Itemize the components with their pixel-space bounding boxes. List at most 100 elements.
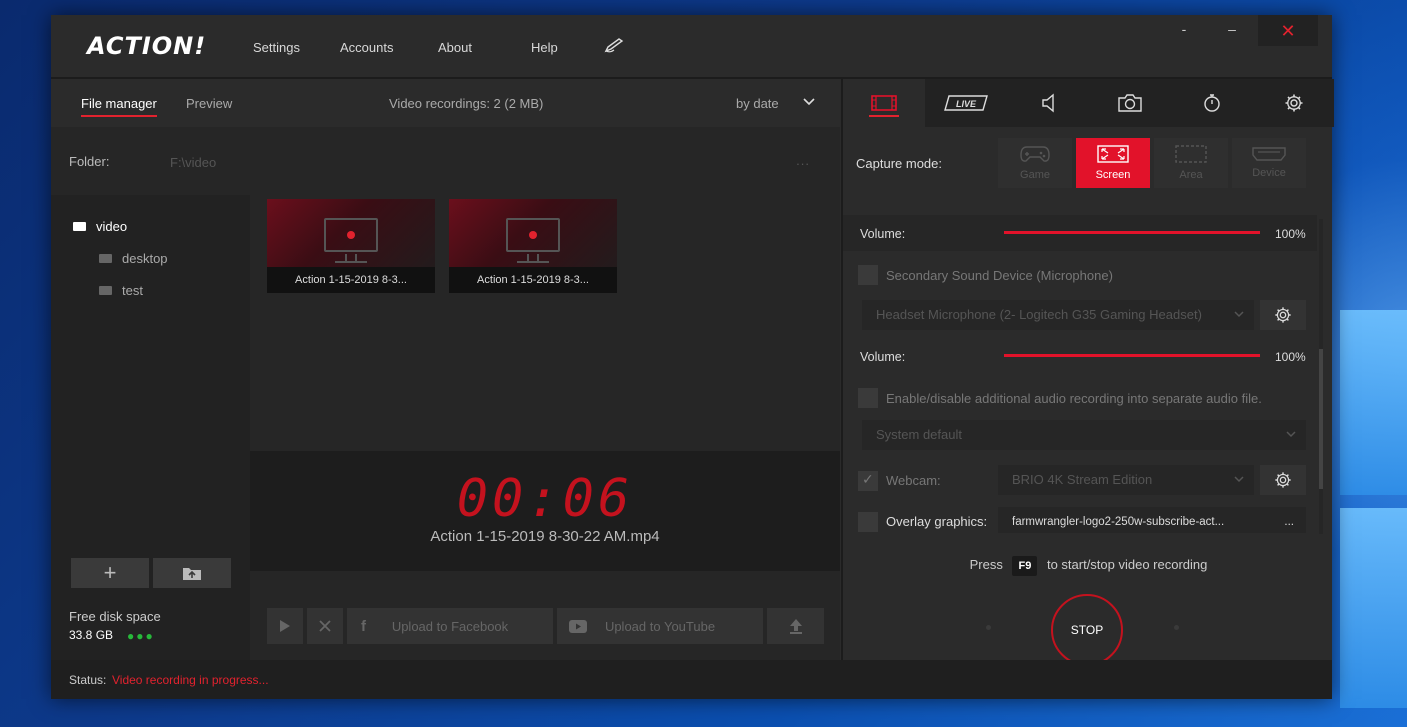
video-thumbnail[interactable]: Action 1-15-2019 8-3...	[267, 199, 435, 293]
upload-button[interactable]	[767, 608, 824, 644]
mode-label: Game	[1020, 169, 1050, 181]
overlay-file: farmwrangler-logo2-250w-subscribe-act...	[1012, 516, 1225, 528]
status-bar: Status: Video recording in progress...	[51, 660, 1332, 699]
mode-area[interactable]: Area	[1154, 138, 1228, 188]
webcam-settings-button[interactable]	[1260, 465, 1306, 495]
file-grid: Action 1-15-2019 8-3... Action 1-15-2019…	[250, 195, 840, 451]
mode-label: Device	[1252, 167, 1286, 179]
thumbnail-caption: Action 1-15-2019 8-3...	[267, 267, 435, 293]
menu-accounts[interactable]: Accounts	[340, 40, 393, 55]
recording-timer-area: 00:06 Action 1-15-2019 8-30-22 AM.mp4	[250, 451, 840, 571]
area-select-icon	[1175, 145, 1207, 163]
hotkey-key: F9	[1012, 556, 1038, 576]
film-icon	[871, 95, 897, 111]
mode-screen[interactable]: Screen	[1076, 138, 1150, 188]
folder-path-input[interactable]: F:\video ...	[157, 141, 822, 181]
menu-help[interactable]: Help	[531, 40, 558, 55]
tab-audio[interactable]	[1007, 79, 1089, 127]
sort-select[interactable]: by date	[736, 96, 779, 111]
add-folder-button[interactable]: +	[71, 558, 149, 588]
left-tabs: File manager Preview Video recordings: 2…	[51, 79, 840, 127]
separate-audio-checkbox[interactable]	[858, 388, 878, 408]
chevron-down-icon	[1234, 311, 1244, 318]
mic-volume-slider[interactable]	[1004, 354, 1260, 357]
tree-item-video[interactable]: video	[73, 219, 127, 234]
tab-timer[interactable]	[1171, 79, 1253, 127]
chevron-down-icon	[1234, 476, 1244, 483]
menu-about[interactable]: About	[438, 40, 472, 55]
windows-logo-pane-bottom	[1340, 508, 1407, 708]
tab-screenshot[interactable]	[1089, 79, 1171, 127]
right-tabs: LIVE	[843, 79, 1334, 127]
title-bar: ACTION! Settings Accounts About Help - –…	[51, 15, 1332, 77]
overlay-browse-button[interactable]: ...	[1284, 507, 1294, 533]
upload-facebook-label: Upload to Facebook	[391, 618, 509, 634]
tab-settings[interactable]	[1253, 79, 1335, 127]
maximize-button[interactable]: –	[1203, 15, 1261, 47]
mode-label: Area	[1179, 169, 1203, 181]
microphone-settings-button[interactable]	[1260, 300, 1306, 330]
folder-browse-button[interactable]: ...	[796, 153, 810, 168]
mode-game[interactable]: Game	[998, 138, 1072, 188]
status-label: Status:	[69, 673, 107, 687]
chevron-down-icon[interactable]	[803, 97, 815, 107]
microphone-select[interactable]: Headset Microphone (2- Logitech G35 Gami…	[862, 300, 1254, 330]
indicator-dot	[986, 625, 991, 630]
open-folder-button[interactable]	[153, 558, 231, 588]
gamepad-icon	[1020, 146, 1050, 162]
delete-button[interactable]	[307, 608, 343, 644]
folder-row: Folder: F:\video ...	[51, 127, 840, 195]
play-button[interactable]	[267, 608, 303, 644]
close-button[interactable]: ✕	[1258, 15, 1318, 46]
volume-slider[interactable]	[1004, 231, 1260, 234]
capture-settings: Volume: 100% Secondary Sound Device (Mic…	[843, 203, 1317, 533]
tab-video[interactable]	[843, 79, 925, 127]
secondary-sound-checkbox[interactable]	[858, 265, 878, 285]
video-thumbnail[interactable]: Action 1-15-2019 8-3...	[449, 199, 617, 293]
volume-label: Volume:	[860, 227, 906, 241]
capture-mode-row: Capture mode: Game Screen Area Device	[843, 127, 1334, 203]
recording-timer: 00:06	[456, 469, 634, 529]
secondary-sound-label: Secondary Sound Device (Microphone)	[886, 268, 1113, 283]
menu-settings[interactable]: Settings	[253, 40, 300, 55]
volume-percent: 100%	[1275, 227, 1306, 241]
separate-audio-select[interactable]: System default	[862, 420, 1306, 450]
live-icon: LIVE	[944, 95, 988, 111]
tree-item-test[interactable]: test	[99, 283, 143, 298]
right-panel: LIVE Capture mode: Game Screen Area Devi…	[841, 79, 1334, 666]
webcam-device: BRIO 4K Stream Edition	[1012, 472, 1153, 487]
disk-status-dots: ●●●	[127, 629, 155, 643]
microphone-device: Headset Microphone (2- Logitech G35 Gami…	[876, 307, 1202, 322]
monitor-icon	[324, 218, 378, 252]
overlay-checkbox[interactable]	[858, 512, 878, 532]
fullscreen-icon	[1097, 145, 1129, 163]
pen-icon[interactable]	[604, 37, 626, 53]
upload-youtube-label: Upload to YouTube	[604, 618, 716, 634]
thumbnail-caption: Action 1-15-2019 8-3...	[449, 267, 617, 293]
upload-facebook-button[interactable]: f Upload to Facebook	[347, 608, 553, 644]
file-actions: f Upload to Facebook Upload to YouTube	[250, 571, 840, 660]
disk-space-label: Free disk space	[69, 609, 161, 624]
gear-icon	[1275, 307, 1291, 323]
volume-row: Volume: 100%	[843, 215, 1317, 251]
overlay-label: Overlay graphics:	[886, 514, 988, 529]
disk-space-value: 33.8 GB	[69, 628, 114, 642]
settings-scrollbar-thumb[interactable]	[1319, 349, 1323, 489]
tree-item-desktop[interactable]: desktop	[99, 251, 168, 266]
stop-button[interactable]: STOP	[1051, 594, 1123, 666]
recordings-info: Video recordings: 2 (2 MB)	[389, 96, 544, 111]
gear-icon	[1285, 94, 1303, 112]
folder-icon	[73, 222, 86, 231]
upload-youtube-button[interactable]: Upload to YouTube	[557, 608, 763, 644]
tab-live[interactable]: LIVE	[925, 79, 1007, 127]
tab-preview[interactable]: Preview	[186, 96, 232, 111]
webcam-checkbox[interactable]	[858, 471, 878, 491]
webcam-select[interactable]: BRIO 4K Stream Edition	[998, 465, 1254, 495]
capture-mode-label: Capture mode:	[856, 156, 942, 171]
upload-arrow-icon	[789, 619, 802, 634]
overlay-file-input[interactable]: farmwrangler-logo2-250w-subscribe-act...…	[998, 507, 1306, 533]
mode-device[interactable]: Device	[1232, 138, 1306, 188]
folder-icon	[99, 254, 112, 263]
tab-file-manager[interactable]: File manager	[81, 96, 157, 117]
windows-logo-pane-top	[1340, 310, 1407, 495]
